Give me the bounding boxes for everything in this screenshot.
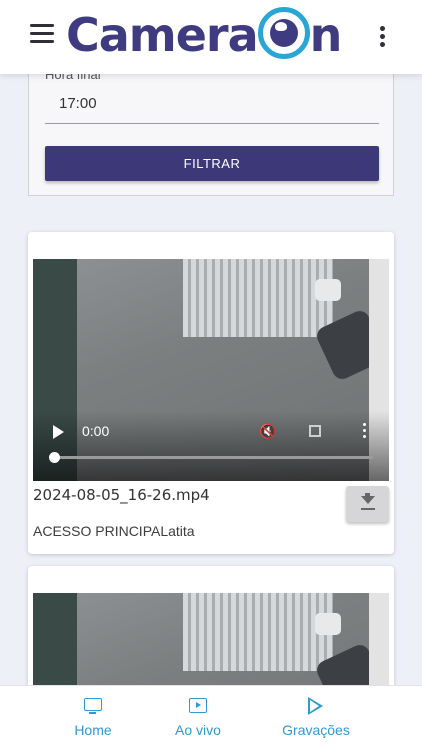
bottom-navigation: Home Ao vivo Gravações [0, 685, 422, 750]
nav-item-live[interactable]: Ao vivo [148, 686, 248, 750]
nav-item-home[interactable]: Home [43, 686, 143, 750]
video-progress-bar[interactable] [55, 456, 373, 459]
video-current-time: 0:00 [82, 423, 110, 439]
end-time-input[interactable]: 17:00 [59, 95, 97, 112]
video-icon [189, 698, 207, 713]
download-button[interactable] [346, 486, 389, 522]
mute-icon[interactable]: 🔇 [259, 423, 276, 439]
filter-button[interactable]: FILTRAR [45, 146, 379, 181]
app-header: Camera n [0, 0, 422, 74]
recording-file-name: 2024-08-05_16-26.mp4 [33, 486, 210, 504]
video-progress-handle[interactable] [49, 452, 60, 463]
monitor-icon [84, 698, 102, 714]
nav-item-recordings[interactable]: Gravações [266, 686, 366, 750]
video-more-icon[interactable] [363, 423, 367, 439]
eye-logo-icon [257, 7, 310, 59]
cameraon-logo: Camera n [66, 7, 342, 62]
hamburger-menu-icon[interactable] [30, 24, 56, 46]
more-options-icon[interactable] [380, 26, 386, 48]
play-icon [308, 697, 323, 715]
recording-camera-name: ACESSO PRINCIPALatita [33, 523, 195, 539]
nav-label-recordings: Gravações [282, 722, 350, 738]
recording-card: 0:00 🔇 2024-08-05_16-26.mp4 ACESSO PRINC… [28, 232, 394, 554]
nav-label-live: Ao vivo [175, 722, 221, 738]
nav-label-home: Home [74, 722, 112, 738]
play-icon[interactable] [53, 425, 64, 439]
end-time-underline [45, 123, 379, 124]
video-player[interactable]: 0:00 🔇 [33, 259, 389, 481]
fullscreen-icon[interactable] [309, 425, 321, 437]
